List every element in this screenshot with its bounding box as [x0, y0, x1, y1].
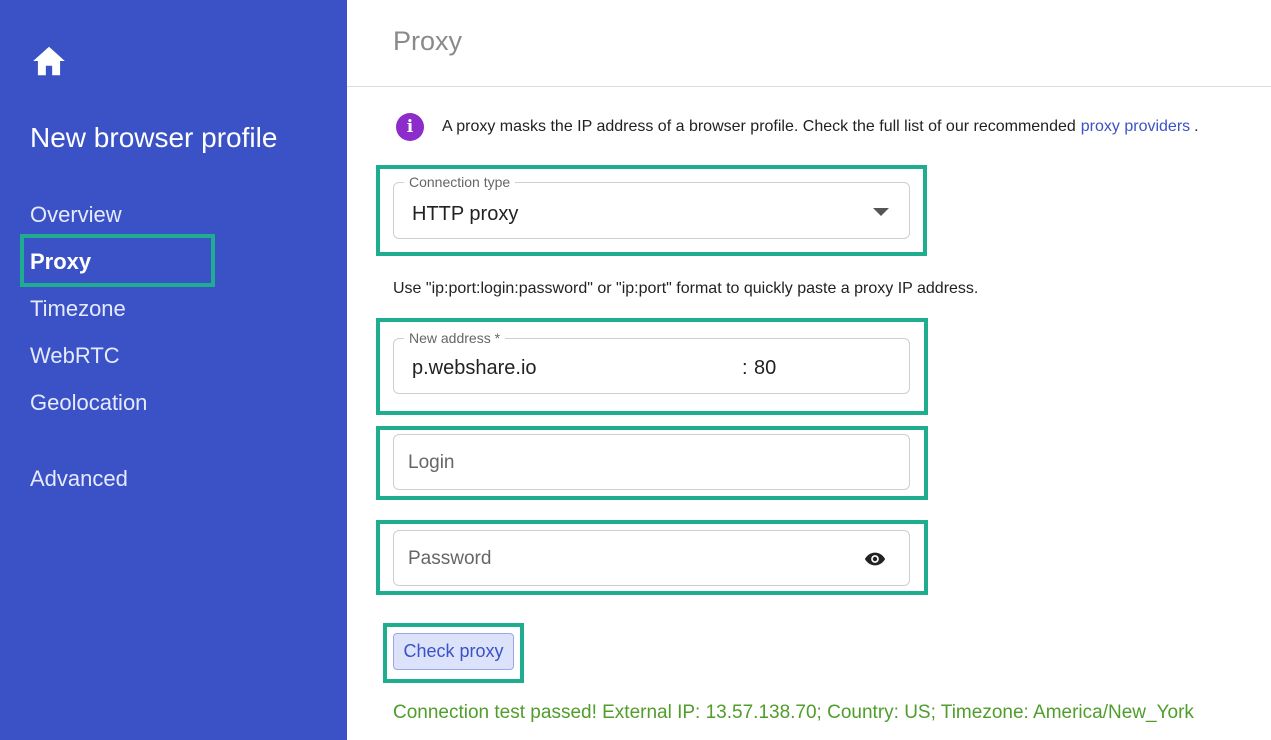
connection-status: Connection test passed! External IP: 13.… — [393, 702, 1194, 723]
connection-type-select[interactable]: Connection type HTTP proxy — [393, 174, 910, 239]
login-field[interactable]: Login — [393, 434, 910, 490]
info-banner: i A proxy masks the IP address of a brow… — [396, 113, 1199, 141]
proxy-providers-link[interactable]: proxy providers — [1081, 118, 1190, 136]
sidebar-item-webrtc[interactable]: WebRTC — [30, 343, 120, 369]
new-address-field[interactable]: New address * p.webshare.io : 80 — [393, 330, 910, 394]
check-proxy-button[interactable]: Check proxy — [393, 633, 514, 670]
home-icon[interactable] — [30, 42, 68, 80]
sidebar-item-proxy[interactable]: Proxy — [30, 249, 91, 275]
address-port-input[interactable]: 80 — [754, 357, 776, 380]
password-placeholder: Password — [408, 548, 492, 569]
info-text: A proxy masks the IP address of a browse… — [442, 118, 1076, 135]
header: Proxy — [347, 0, 1271, 87]
connection-type-value: HTTP proxy — [412, 203, 519, 225]
connection-type-label: Connection type — [404, 174, 516, 190]
sidebar-title: New browser profile — [30, 122, 278, 153]
login-placeholder: Login — [408, 452, 455, 473]
eye-icon[interactable] — [863, 548, 887, 570]
address-host-input[interactable]: p.webshare.io — [412, 357, 537, 380]
new-address-label: New address * — [404, 330, 506, 346]
password-field[interactable]: Password — [393, 530, 910, 586]
sidebar-item-timezone[interactable]: Timezone — [30, 296, 126, 322]
page-title: Proxy — [393, 26, 463, 56]
sidebar-item-overview[interactable]: Overview — [30, 202, 122, 228]
sidebar-item-advanced[interactable]: Advanced — [30, 466, 128, 492]
sidebar-item-geolocation[interactable]: Geolocation — [30, 390, 147, 416]
address-separator: : — [742, 357, 748, 379]
chevron-down-icon[interactable] — [873, 208, 889, 216]
format-hint: Use "ip:port:login:password" or "ip:port… — [393, 280, 979, 297]
info-end: . — [1194, 118, 1199, 135]
info-icon: i — [396, 113, 424, 141]
sidebar: New browser profile Overview Proxy Timez… — [0, 0, 347, 740]
